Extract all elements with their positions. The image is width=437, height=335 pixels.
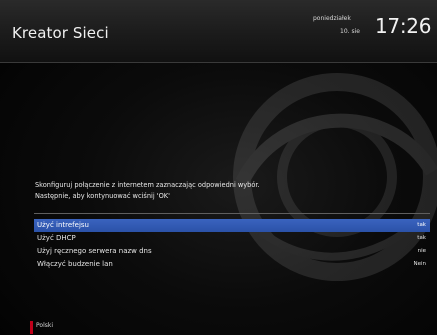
setting-value: Nein bbox=[413, 261, 426, 267]
date-weekday: poniedziałek bbox=[313, 15, 351, 22]
menu-divider bbox=[34, 213, 430, 214]
setting-value: nie bbox=[417, 248, 426, 254]
language-button[interactable]: Polski bbox=[36, 322, 53, 329]
setting-label: Użyć intrefejsu bbox=[37, 221, 89, 229]
setting-label: Użyj ręcznego serwera nazw dns bbox=[37, 247, 152, 255]
instructions-text: Skonfiguruj połączenie z internetem zazn… bbox=[35, 180, 260, 202]
setting-use-interface[interactable]: Użyć intrefejsu tak bbox=[34, 219, 430, 232]
setting-value: tak bbox=[417, 235, 426, 241]
instructions-line-2: Następnie, aby kontynuować wciśnij 'OK' bbox=[35, 192, 170, 200]
setting-wake-on-lan[interactable]: Włączyć budzenie lan Nein bbox=[34, 258, 430, 271]
page-title: Kreator Sieci bbox=[12, 24, 109, 42]
clock: 17:26 bbox=[375, 14, 432, 38]
settings-list: Użyć intrefejsu tak Użyć DHCP tak Użyj r… bbox=[34, 219, 430, 271]
header-bar: Kreator Sieci poniedziałek 10. sie 17:26 bbox=[0, 0, 437, 62]
setting-manual-dns[interactable]: Użyj ręcznego serwera nazw dns nie bbox=[34, 245, 430, 258]
setting-use-dhcp[interactable]: Użyć DHCP tak bbox=[34, 232, 430, 245]
network-wizard-screen: Kreator Sieci poniedziałek 10. sie 17:26… bbox=[0, 0, 437, 335]
setting-label: Użyć DHCP bbox=[37, 234, 76, 242]
setting-label: Włączyć budzenie lan bbox=[37, 260, 113, 268]
setting-value: tak bbox=[417, 222, 426, 228]
red-key-icon bbox=[30, 321, 33, 334]
date-day-month: 10. sie bbox=[340, 28, 360, 35]
instructions-line-1: Skonfiguruj połączenie z internetem zazn… bbox=[35, 181, 260, 189]
